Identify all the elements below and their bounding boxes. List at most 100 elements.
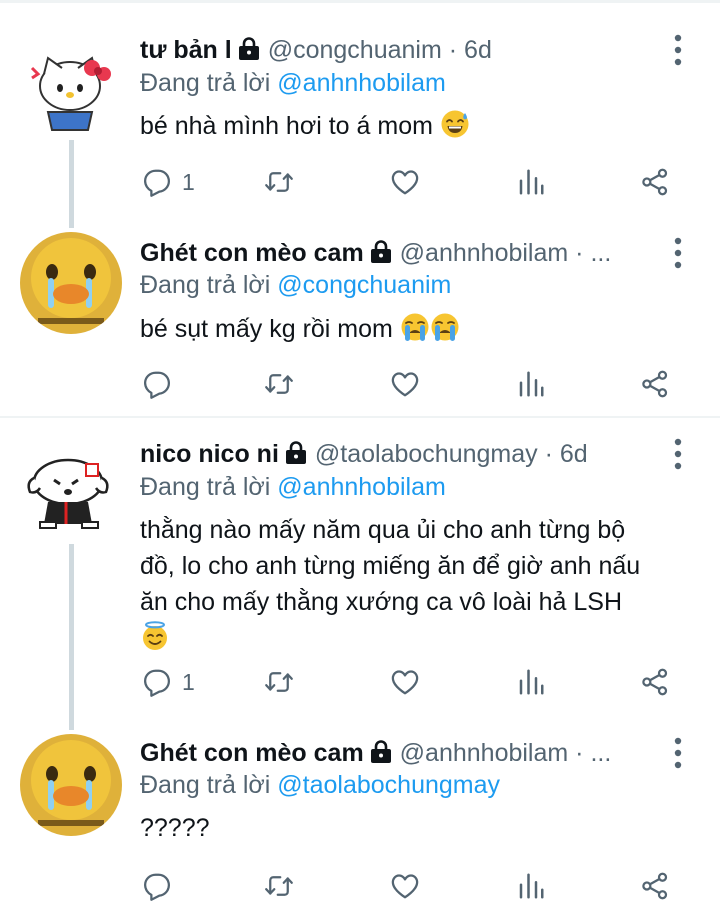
tweet-3[interactable]: nico nico ni @taolabochungmay · 6d Đang t… (0, 418, 720, 730)
lock-icon (368, 740, 394, 764)
bar-chart-icon (516, 871, 546, 901)
more-vertical-icon[interactable] (664, 436, 692, 472)
tweet-1[interactable]: tư bản l @congchuanim · 6d Đang trả lời @… (0, 0, 720, 228)
share-button[interactable] (640, 868, 670, 904)
views-button[interactable] (516, 868, 546, 904)
tweet-text-line: ăn cho mấy thằng xướng ca vô loài hả LSH (140, 588, 623, 616)
replying-to-label: Đang trả lời (140, 69, 278, 97)
tweet-text-content: ????? (140, 814, 210, 842)
timestamp[interactable]: · ... (575, 739, 611, 767)
comment-icon (142, 871, 172, 901)
display-name[interactable]: Ghét con mèo cam (140, 739, 364, 767)
display-name[interactable]: tư bản l (140, 36, 232, 64)
reply-count: 1 (182, 668, 195, 695)
share-icon (640, 369, 670, 399)
halo-smile-emoji-icon (140, 621, 170, 651)
views-button[interactable] (516, 164, 546, 200)
retweet-icon (264, 369, 294, 399)
replying-to: Đang trả lời @anhnhobilam (140, 66, 446, 100)
heart-icon (390, 667, 420, 697)
lock-icon (368, 240, 394, 264)
share-icon (640, 667, 670, 697)
mention-link[interactable]: @congchuanim (277, 271, 451, 299)
user-handle[interactable]: @taolabochungmay (315, 440, 538, 468)
tweet-text: ????? (140, 810, 700, 846)
tweet-2[interactable]: Ghét con mèo cam @anhnhobilam · ... Đang … (0, 208, 720, 416)
comment-icon (142, 369, 172, 399)
heart-icon (390, 369, 420, 399)
share-icon (640, 167, 670, 197)
display-name[interactable]: Ghét con mèo cam (140, 239, 364, 267)
share-button[interactable] (640, 164, 670, 200)
share-icon (640, 871, 670, 901)
retweet-button[interactable] (264, 366, 294, 402)
tweet-header: nico nico ni @taolabochungmay · 6d (140, 436, 656, 472)
retweet-icon (264, 871, 294, 901)
avatar[interactable] (20, 438, 122, 540)
more-vertical-icon[interactable] (664, 235, 692, 271)
like-button[interactable] (390, 664, 420, 700)
replying-to-label: Đang trả lời (140, 771, 278, 799)
user-handle[interactable]: @anhnhobilam (400, 239, 569, 267)
action-bar: 1 (140, 164, 680, 200)
thread-line (69, 544, 74, 730)
like-button[interactable] (390, 366, 420, 402)
retweet-button[interactable] (264, 868, 294, 904)
tweet-text: thằng nào mấy năm qua ủi cho anh từng bộ… (140, 512, 700, 656)
views-button[interactable] (516, 664, 546, 700)
mention-link[interactable]: @taolabochungmay (277, 771, 500, 799)
comment-icon (142, 667, 172, 697)
heart-icon (390, 871, 420, 901)
retweet-icon (264, 167, 294, 197)
timestamp[interactable]: · 6d (545, 440, 588, 468)
replying-to-label: Đang trả lời (140, 473, 278, 501)
reply-count: 1 (182, 168, 195, 195)
more-vertical-icon[interactable] (664, 32, 692, 68)
action-bar: 1 (140, 664, 680, 700)
tweet-text: bé nhà mình hơi to á mom (140, 108, 700, 144)
action-bar (140, 868, 680, 904)
user-handle[interactable]: @congchuanim (268, 36, 442, 64)
tweet-header: Ghét con mèo cam @anhnhobilam · ... (140, 235, 656, 271)
display-name[interactable]: nico nico ni (140, 440, 279, 468)
share-button[interactable] (640, 664, 670, 700)
comment-icon (142, 167, 172, 197)
crying-emoji-icon (400, 312, 430, 342)
timestamp[interactable]: · ... (575, 239, 611, 267)
replying-to: Đang trả lời @anhnhobilam (140, 470, 446, 504)
like-button[interactable] (390, 164, 420, 200)
tweet-4[interactable]: Ghét con mèo cam @anhnhobilam · ... Đang … (0, 710, 720, 912)
share-button[interactable] (640, 366, 670, 402)
bar-chart-icon (516, 167, 546, 197)
more-vertical-icon[interactable] (664, 735, 692, 771)
reply-button[interactable] (142, 868, 182, 904)
reply-button[interactable] (142, 366, 182, 402)
tweet-text-content: bé sụt mấy kg rồi mom (140, 315, 393, 343)
avatar[interactable] (20, 34, 122, 136)
views-button[interactable] (516, 366, 546, 402)
sweat-smile-emoji-icon (440, 109, 470, 139)
replying-to: Đang trả lời @taolabochungmay (140, 768, 500, 802)
retweet-icon (264, 667, 294, 697)
tweet-header: Ghét con mèo cam @anhnhobilam · ... (140, 735, 656, 771)
action-bar (140, 366, 680, 402)
mention-link[interactable]: @anhnhobilam (277, 69, 446, 97)
bar-chart-icon (516, 369, 546, 399)
retweet-button[interactable] (264, 164, 294, 200)
replying-to-label: Đang trả lời (140, 271, 278, 299)
replying-to: Đang trả lời @congchuanim (140, 268, 451, 302)
avatar[interactable] (20, 232, 122, 334)
reply-button[interactable]: 1 (142, 164, 195, 200)
tweet-text: bé sụt mấy kg rồi mom (140, 311, 700, 347)
heart-icon (390, 167, 420, 197)
tweet-text-content: bé nhà mình hơi to á mom (140, 112, 433, 140)
bar-chart-icon (516, 667, 546, 697)
like-button[interactable] (390, 868, 420, 904)
user-handle[interactable]: @anhnhobilam (400, 739, 569, 767)
mention-link[interactable]: @anhnhobilam (277, 473, 446, 501)
retweet-button[interactable] (264, 664, 294, 700)
tweet-header: tư bản l @congchuanim · 6d (140, 32, 656, 68)
avatar[interactable] (20, 734, 122, 836)
reply-button[interactable]: 1 (142, 664, 195, 700)
timestamp[interactable]: · 6d (449, 36, 492, 64)
